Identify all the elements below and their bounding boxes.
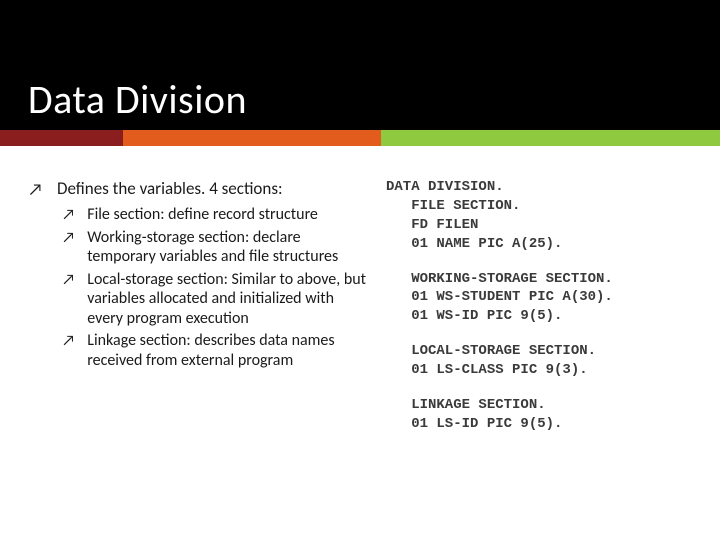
sub-bullet-group: ↗ File section: define record structure … xyxy=(28,205,368,370)
list-item-text: Local-storage section: Similar to above,… xyxy=(87,270,368,329)
list-item-text: Linkage section: describes data names re… xyxy=(87,331,368,370)
list-item-text: File section: define record structure xyxy=(87,205,318,225)
intro-bullet: ↗ Defines the variables. 4 sections: xyxy=(28,178,368,199)
slide-content: ↗ Defines the variables. 4 sections: ↗ F… xyxy=(0,178,720,450)
list-item: ↗ Linkage section: describes data names … xyxy=(62,331,368,370)
code-block-working-storage: WORKING-STORAGE SECTION. 01 WS-STUDENT P… xyxy=(386,270,692,327)
arrow-icon: ↗ xyxy=(62,229,75,268)
accent-segment-orange xyxy=(123,130,380,146)
slide-header: Data Division xyxy=(0,0,720,146)
arrow-icon: ↗ xyxy=(62,332,75,371)
list-item: ↗ Working-storage section: declare tempo… xyxy=(62,228,368,267)
list-item: ↗ File section: define record structure xyxy=(62,205,368,225)
text-column: ↗ Defines the variables. 4 sections: ↗ F… xyxy=(28,178,368,450)
accent-segment-green xyxy=(381,130,720,146)
spacer xyxy=(0,146,720,178)
accent-color-bar xyxy=(0,130,720,146)
arrow-icon: ↗ xyxy=(62,206,75,226)
code-block-local-storage: LOCAL-STORAGE SECTION. 01 LS-CLASS PIC 9… xyxy=(386,342,692,380)
code-block-linkage: LINKAGE SECTION. 01 LS-ID PIC 9(5). xyxy=(386,396,692,434)
list-item: ↗ Local-storage section: Similar to abov… xyxy=(62,270,368,329)
slide-title: Data Division xyxy=(28,75,247,124)
list-item-text: Working-storage section: declare tempora… xyxy=(87,228,368,267)
code-block-data-division: DATA DIVISION. FILE SECTION. FD FILEN 01… xyxy=(386,178,692,254)
intro-text: Defines the variables. 4 sections: xyxy=(57,178,283,199)
code-column: DATA DIVISION. FILE SECTION. FD FILEN 01… xyxy=(368,178,692,450)
arrow-icon: ↗ xyxy=(62,271,75,330)
title-band: Data Division xyxy=(0,0,720,130)
accent-segment-red xyxy=(0,130,123,146)
arrow-icon: ↗ xyxy=(28,179,43,200)
